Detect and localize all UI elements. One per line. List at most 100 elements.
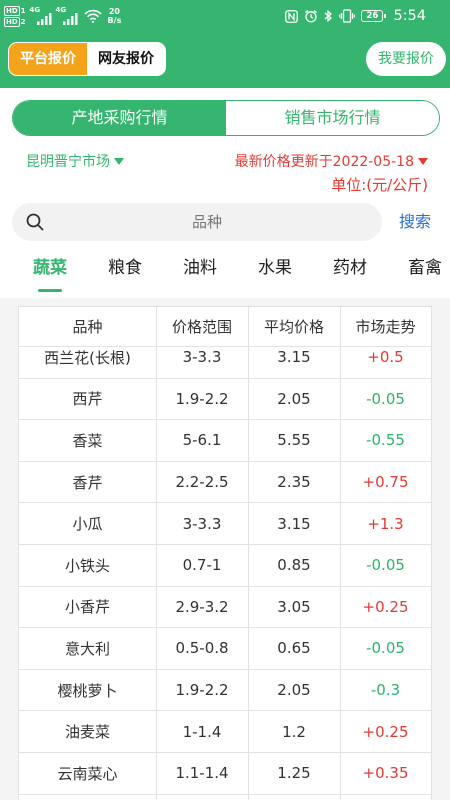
cell-market-trend: +0.5 bbox=[367, 348, 404, 367]
table-row[interactable]: 小铁头 0.7-1 0.85 -0.05 bbox=[19, 545, 431, 587]
tab-herbs[interactable]: 药材 bbox=[328, 252, 372, 284]
tab-fruit[interactable]: 水果 bbox=[253, 252, 297, 284]
status-bar: HD 1 HD 2 4G 4G 20 B/s 26 5:54 bbox=[0, 0, 450, 32]
table-row[interactable]: 西兰花(长根) 3-3.3 3.15 +0.5 bbox=[19, 347, 431, 379]
quote-source-toggle: 平台报价 网友报价 bbox=[8, 42, 166, 76]
cell-average-price: 1.2 bbox=[282, 722, 306, 741]
tab-grain[interactable]: 粮食 bbox=[103, 252, 147, 284]
header-market-trend: 市场走势 bbox=[355, 318, 416, 336]
cell-variety: 香芹 bbox=[72, 473, 103, 492]
cell-variety: 香菜 bbox=[72, 431, 103, 450]
cell-average-price: 5.55 bbox=[277, 431, 311, 450]
cell-variety: 油麦菜 bbox=[64, 723, 110, 742]
wifi-icon bbox=[83, 9, 102, 23]
clock: 5:54 bbox=[393, 8, 426, 24]
search-button[interactable]: 搜索 bbox=[392, 203, 438, 241]
table-row[interactable]: 油麦菜 1-1.4 1.2 +0.25 bbox=[19, 711, 431, 753]
active-tab-indicator bbox=[38, 289, 62, 292]
network-speed-value: 20 bbox=[108, 7, 120, 16]
market-selector[interactable]: 昆明晋宁市场 bbox=[26, 153, 124, 171]
cell-market-trend: +0.35 bbox=[362, 764, 409, 783]
header-variety: 品种 bbox=[72, 318, 103, 336]
cell-average-price: 3.15 bbox=[277, 514, 311, 533]
table-row[interactable]: 香菜 5-6.1 5.55 -0.55 bbox=[19, 420, 431, 462]
status-bar-left: HD 1 HD 2 4G 4G 20 B/s bbox=[4, 4, 121, 28]
cell-price-range: 1.9-2.2 bbox=[175, 681, 229, 700]
cell-average-price: 1.25 bbox=[277, 764, 311, 783]
cell-market-trend: -0.05 bbox=[366, 556, 405, 575]
table-row[interactable]: 西芹 1.9-2.2 2.05 -0.05 bbox=[19, 379, 431, 421]
battery-icon: 26 bbox=[361, 10, 386, 22]
cell-price-range: 3-3.3 bbox=[182, 348, 222, 367]
signal-icon bbox=[62, 13, 78, 25]
cell-market-trend: +0.75 bbox=[362, 473, 409, 492]
table-row[interactable]: 香芹 2.2-2.5 2.35 +0.75 bbox=[19, 462, 431, 504]
tab-platform-quote[interactable]: 平台报价 bbox=[9, 43, 87, 75]
tab-oilseed[interactable]: 油料 bbox=[178, 252, 222, 284]
sim1-index: 1 bbox=[20, 6, 26, 15]
battery-tip bbox=[383, 14, 386, 18]
tab-sales-market[interactable]: 销售市场行情 bbox=[226, 101, 439, 135]
table-body[interactable]: 西兰花(长根) 3-3.3 3.15 +0.5 西芹 1.9-2.2 2.05 -0.05 香菜… bbox=[19, 347, 431, 800]
submit-quote-button[interactable]: 我要报价 bbox=[366, 42, 446, 76]
tab-user-quote[interactable]: 网友报价 bbox=[87, 43, 165, 75]
cell-price-range: 5-6.1 bbox=[182, 431, 222, 450]
cell-market-trend: +0.25 bbox=[362, 597, 409, 616]
table-rows: 西兰花(长根) 3-3.3 3.15 +0.5 西芹 1.9-2.2 2.05 -0.05 香菜… bbox=[19, 347, 431, 795]
cell-variety: 西兰花(长根) bbox=[44, 348, 131, 367]
header-average-price: 平均价格 bbox=[263, 318, 324, 336]
tab-livestock[interactable]: 畜禽 bbox=[403, 252, 447, 284]
cell-variety: 樱桃萝卜 bbox=[57, 681, 118, 700]
cell-market-trend: +1.3 bbox=[367, 514, 404, 533]
cell-variety: 小瓜 bbox=[72, 515, 103, 534]
table-row[interactable]: 樱桃萝卜 1.9-2.2 2.05 -0.3 bbox=[19, 670, 431, 712]
price-table: 品种 价格范围 平均价格 市场走势 西兰花(长根) 3-3.3 3.15 +0.5 西芹… bbox=[18, 306, 432, 800]
cell-price-range: 1.9-2.2 bbox=[175, 389, 229, 408]
cell-market-trend: +0.25 bbox=[362, 722, 409, 741]
column-divider bbox=[340, 307, 341, 800]
tab-vegetables[interactable]: 蔬菜 bbox=[28, 252, 72, 284]
search-bar bbox=[12, 203, 382, 241]
column-divider bbox=[156, 307, 157, 800]
table-row[interactable]: 小香芹 2.9-3.2 3.05 +0.25 bbox=[19, 587, 431, 629]
table-row[interactable]: 意大利 0.5-0.8 0.65 -0.05 bbox=[19, 628, 431, 670]
cell-average-price: 2.05 bbox=[277, 389, 311, 408]
cell-average-price: 2.05 bbox=[277, 681, 311, 700]
status-bar-right: 26 5:54 bbox=[285, 0, 426, 32]
cell-price-range: 0.5-0.8 bbox=[175, 639, 229, 658]
update-date-text: 最新价格更新于2022-05-18 bbox=[234, 154, 414, 170]
alarm-icon bbox=[305, 10, 318, 23]
market-type-segment: 产地采购行情 销售市场行情 bbox=[12, 100, 440, 136]
sim2-indicator: HD 2 bbox=[4, 16, 26, 27]
update-date-selector[interactable]: 最新价格更新于2022-05-18 bbox=[235, 153, 428, 171]
sim2-hd-label: HD bbox=[4, 16, 20, 27]
cell-market-trend: -0.05 bbox=[366, 389, 405, 408]
table-row[interactable]: 云南菜心 1.1-1.4 1.25 +0.35 bbox=[19, 753, 431, 795]
nfc-icon bbox=[285, 9, 299, 23]
cell-price-range: 3-3.3 bbox=[182, 514, 222, 533]
cell-variety: 西芹 bbox=[72, 390, 103, 409]
cell-variety: 小香芹 bbox=[64, 598, 110, 617]
table-header: 品种 价格范围 平均价格 市场走势 bbox=[19, 307, 431, 347]
sim2-index: 2 bbox=[20, 17, 26, 26]
cell-price-range: 2.2-2.5 bbox=[175, 473, 229, 492]
table-row[interactable]: 小瓜 3-3.3 3.15 +1.3 bbox=[19, 503, 431, 545]
tab-origin-purchase[interactable]: 产地采购行情 bbox=[13, 101, 226, 135]
signal-icon bbox=[36, 13, 52, 25]
signal-sim1: 4G bbox=[30, 6, 52, 26]
search-input[interactable] bbox=[32, 203, 382, 241]
cell-price-range: 1-1.4 bbox=[182, 722, 222, 741]
cell-price-range: 0.7-1 bbox=[182, 556, 222, 575]
header-price-range: 价格范围 bbox=[171, 318, 232, 336]
cell-price-range: 1.1-1.4 bbox=[175, 764, 229, 783]
column-divider bbox=[248, 307, 249, 800]
hd-sim-icon: HD 1 HD 2 bbox=[4, 5, 26, 27]
signal-sim2: 4G bbox=[56, 6, 78, 26]
cell-variety: 意大利 bbox=[64, 639, 110, 658]
battery-level: 26 bbox=[366, 11, 379, 21]
cell-market-trend: -0.05 bbox=[366, 639, 405, 658]
triangle-down-icon bbox=[114, 158, 124, 165]
cell-average-price: 0.85 bbox=[277, 556, 311, 575]
cell-variety: 小铁头 bbox=[64, 556, 110, 575]
market-name: 昆明晋宁市场 bbox=[26, 154, 110, 170]
